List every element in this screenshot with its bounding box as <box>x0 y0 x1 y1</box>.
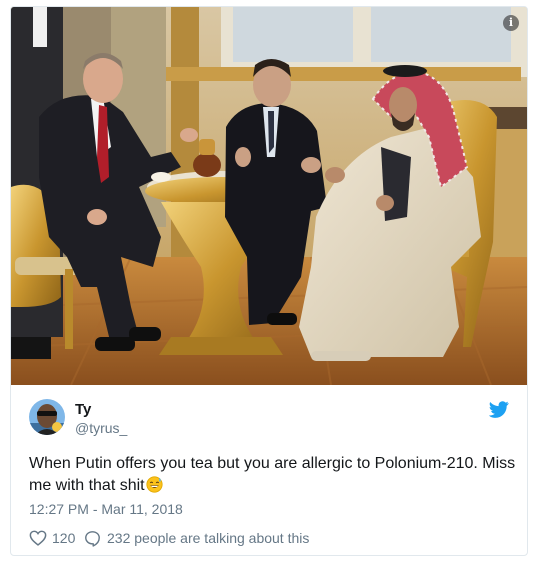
info-icon[interactable]: i <box>503 15 519 31</box>
tweet-body: When Putin offers you tea but you are al… <box>29 455 516 494</box>
avatar-image <box>29 399 65 435</box>
like-count[interactable]: 120 <box>52 530 75 546</box>
tweet-photo[interactable]: i <box>11 7 527 385</box>
tweet-card[interactable]: i Ty @tyrus_ When Putin offers you tea b… <box>10 6 528 556</box>
tweet-actions: 120 232 people are talking about this <box>29 528 509 550</box>
twitter-bird-icon[interactable] <box>489 401 509 418</box>
heart-icon[interactable] <box>29 530 47 546</box>
talking-about-link[interactable]: 232 people are talking about this <box>107 530 309 546</box>
sweat-smile-emoji-icon <box>146 476 163 493</box>
tweet-header: Ty @tyrus_ <box>29 399 509 439</box>
tweet-timestamp[interactable]: 12:27 PM - Mar 11, 2018 <box>29 501 183 517</box>
speech-bubble-icon[interactable] <box>84 530 101 547</box>
tea-meeting-photo <box>11 7 527 385</box>
user-handle[interactable]: @tyrus_ <box>75 420 127 436</box>
tweet-text: When Putin offers you tea but you are al… <box>29 453 519 497</box>
avatar[interactable] <box>29 399 65 435</box>
display-name[interactable]: Ty <box>75 401 91 418</box>
